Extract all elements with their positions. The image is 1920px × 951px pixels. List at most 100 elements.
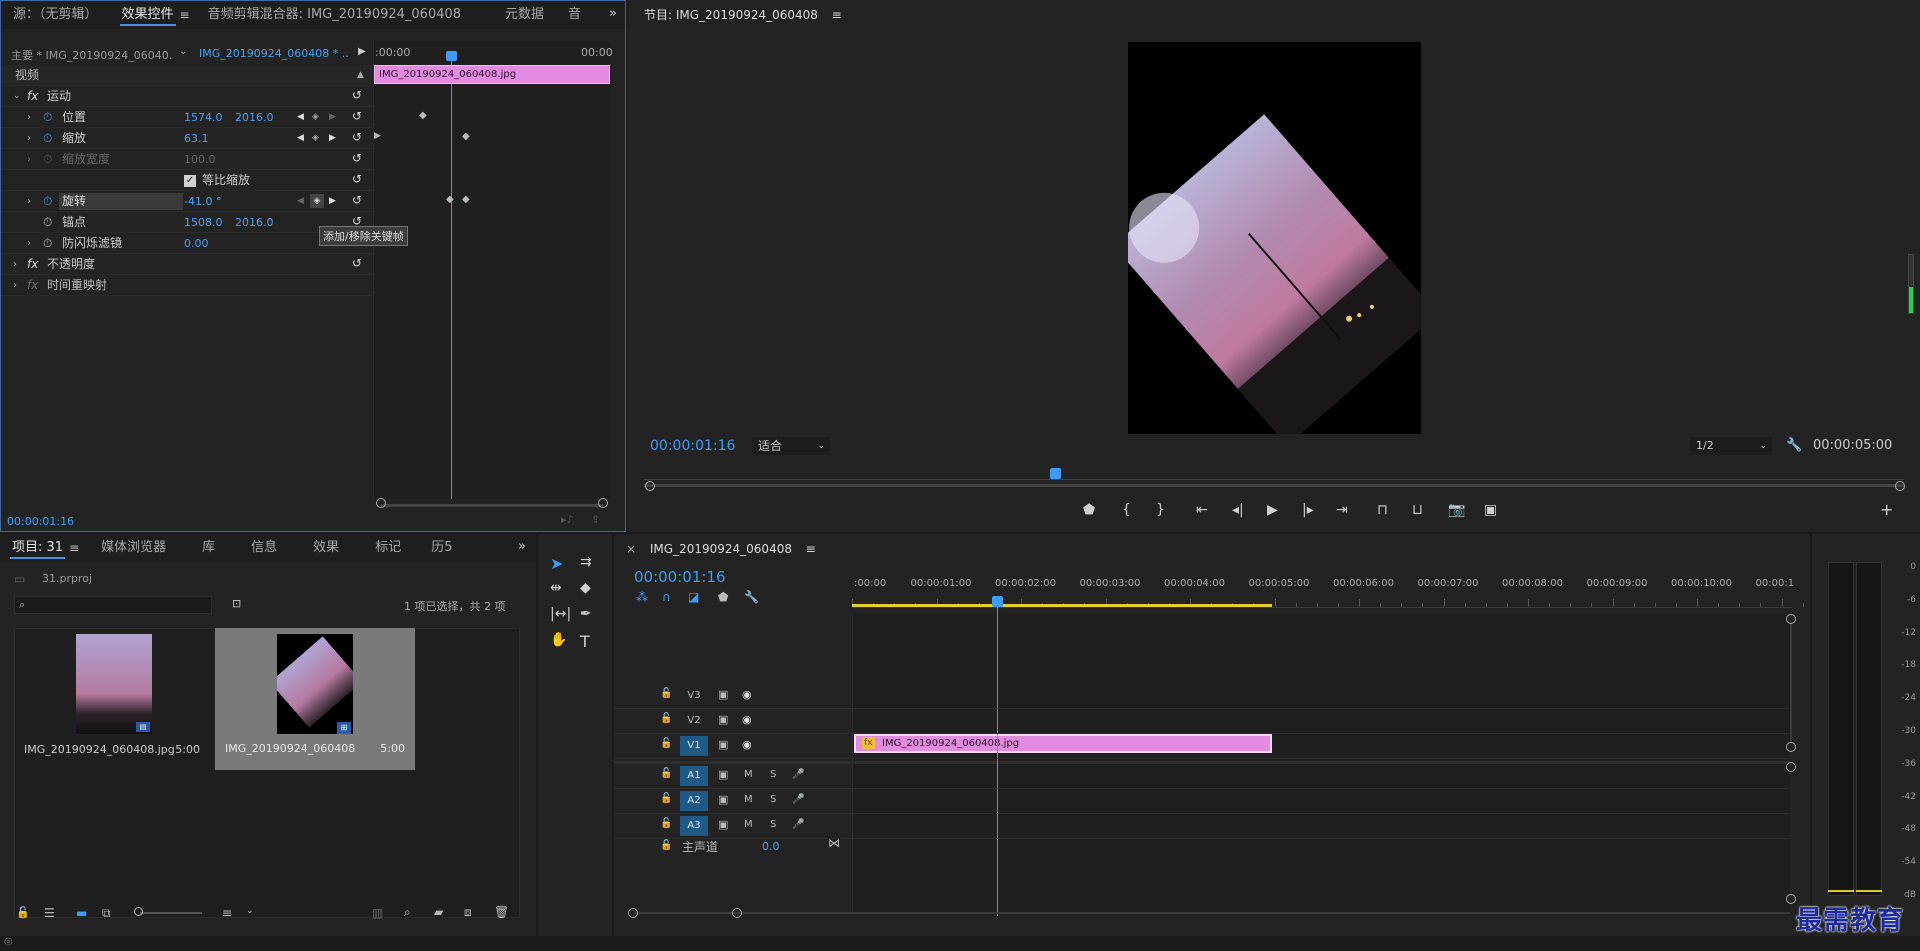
zoom-slider[interactable] (140, 912, 202, 914)
search-field[interactable]: ⌕ (14, 596, 212, 614)
tab-source[interactable]: 源：（无剪辑） (1, 1, 110, 29)
type-tool-icon[interactable]: T (580, 632, 590, 651)
ec-scrollbar[interactable] (381, 504, 603, 507)
next-keyframe-icon[interactable]: ▶ (329, 128, 336, 149)
go-to-in-icon[interactable]: ⇤ (1196, 502, 1208, 518)
add-keyframe-icon[interactable]: ◈ (310, 194, 324, 208)
tab-audio[interactable]: 音 (556, 1, 593, 29)
lock-icon[interactable]: 🔓 (660, 713, 672, 724)
hand-tool-icon[interactable]: ✋ (550, 632, 567, 648)
track-header-a3[interactable]: 🔓 A3 ▣ M S 🎤 (614, 814, 852, 839)
reset-icon[interactable]: ↺ (352, 193, 362, 207)
chevron-down-icon[interactable]: ⌄ (246, 906, 254, 916)
export-icon[interactable]: ⇪ (591, 513, 600, 526)
stopwatch-icon[interactable]: ⏱ (43, 191, 52, 212)
prev-keyframe-icon[interactable]: ◀ (297, 107, 304, 128)
step-back-icon[interactable]: ◂| (1232, 502, 1244, 518)
lock-icon[interactable]: 🔓 (16, 906, 30, 919)
track-target-v3[interactable]: V3 (680, 686, 708, 706)
disclosure-icon[interactable]: › (27, 149, 31, 170)
track-lane-a3[interactable] (852, 814, 1788, 839)
sync-lock-icon[interactable]: ▣ (718, 818, 728, 831)
sync-lock-icon[interactable]: ▣ (718, 688, 728, 701)
wrench-icon[interactable]: 🔧 (1786, 438, 1802, 453)
panel-overflow-icon[interactable]: » (518, 539, 526, 554)
reset-icon[interactable]: ↺ (352, 172, 362, 186)
reset-icon[interactable]: ↺ (352, 109, 362, 123)
new-bin-icon[interactable]: ▰ (434, 905, 443, 919)
slip-tool-icon[interactable]: |↔| (550, 606, 571, 622)
track-target-v2[interactable]: V2 (680, 711, 708, 731)
quality-dropdown[interactable]: 1/2 ⌄ (1690, 437, 1772, 455)
disclosure-icon[interactable]: › (13, 275, 17, 296)
close-icon[interactable]: × (626, 542, 636, 556)
list-view-icon[interactable]: ☰ (44, 906, 55, 920)
disclosure-icon[interactable]: › (27, 233, 31, 254)
v-scroll-handle[interactable] (1786, 614, 1796, 624)
anchor-y-value[interactable]: 2016.0 (235, 212, 274, 233)
lock-icon[interactable]: 🔓 (660, 688, 672, 699)
add-marker-icon[interactable]: ⬟ (1083, 502, 1095, 518)
panel-overflow-icon[interactable]: » (609, 6, 617, 21)
scroll-handle-right[interactable] (1895, 481, 1905, 491)
mute-button[interactable]: M (744, 819, 753, 830)
tab-effect-controls[interactable]: 效果控件 (110, 1, 186, 29)
timeline-h-scrollbar[interactable] (634, 912, 1790, 914)
program-playhead[interactable] (1050, 468, 1061, 479)
extract-icon[interactable]: ⊔ (1412, 502, 1423, 518)
add-button-icon[interactable]: + (1880, 500, 1893, 519)
ec-timecode[interactable]: 00:00:01:16 (7, 515, 74, 528)
menu-icon[interactable]: ≡ (806, 542, 816, 556)
mic-icon[interactable]: 🎤 (792, 794, 804, 805)
trash-icon[interactable]: 🗑 (494, 905, 509, 919)
compare-icon[interactable]: ▣ (1484, 502, 1497, 518)
mic-icon[interactable]: 🎤 (792, 769, 804, 780)
v-scroll-handle[interactable] (1786, 894, 1796, 904)
tab-media-browser[interactable]: 媒体浏览器 (89, 534, 178, 562)
work-area-bar[interactable] (852, 604, 1272, 607)
lock-icon[interactable]: 🔓 (660, 793, 672, 804)
sync-lock-icon[interactable]: ▣ (718, 713, 728, 726)
snap-icon[interactable]: ⁂ (636, 590, 648, 604)
reset-icon[interactable]: ↺ (352, 256, 362, 270)
tab-effects[interactable]: 效果 (301, 534, 351, 562)
track-target-v1[interactable]: V1 (680, 736, 708, 756)
uniform-scale-checkbox[interactable]: ✓ (184, 175, 196, 187)
scroll-handle-left[interactable] (645, 481, 655, 491)
project-item-jpg[interactable]: ▤ IMG_20190924_060408.jpg 5:00 (16, 630, 212, 770)
lock-icon[interactable]: 🔓 (660, 818, 672, 829)
freeform-view-icon[interactable]: ⧉ (102, 906, 111, 921)
mute-button[interactable]: M (744, 794, 753, 805)
track-lane-a1[interactable] (852, 764, 1788, 789)
track-lane-v1[interactable] (852, 734, 1788, 759)
reset-icon[interactable]: ↺ (352, 88, 362, 102)
position-x-value[interactable]: 1574.0 (184, 107, 223, 128)
next-keyframe-icon[interactable]: ▶ (329, 191, 336, 212)
menu-icon[interactable]: ≡ (832, 8, 842, 22)
timeline-timecode[interactable]: 00:00:01:16 (634, 568, 726, 586)
stopwatch-icon[interactable]: ⏱ (43, 233, 52, 254)
scroll-handle-left[interactable] (376, 498, 386, 508)
track-header-a2[interactable]: 🔓 A2 ▣ M S 🎤 (614, 789, 852, 814)
mic-icon[interactable]: 🎤 (792, 819, 804, 830)
prev-keyframe-icon[interactable]: ◀ (297, 191, 304, 212)
disclosure-icon[interactable]: › (13, 254, 17, 275)
collapse-arrow-icon[interactable]: ▲ (357, 65, 364, 86)
filter-icon[interactable]: ▸♪ (561, 513, 574, 526)
program-scrollbar[interactable] (644, 484, 1904, 487)
keyframe-icon[interactable]: ◆ (462, 194, 470, 205)
tab-history[interactable]: 历5 (419, 534, 464, 562)
track-target-a3[interactable]: A3 (680, 816, 708, 836)
mark-out-icon[interactable]: } (1156, 502, 1165, 518)
lift-icon[interactable]: ⊓ (1377, 502, 1388, 518)
tab-library[interactable]: 库 (190, 534, 227, 562)
disclosure-open-icon[interactable]: ⌄ (13, 86, 21, 107)
ec-clip-bar[interactable]: IMG_20190924_060408.jpg (374, 65, 610, 84)
project-item-sequence[interactable]: ⊞ IMG_20190924_060408 5:00 (215, 628, 415, 770)
tab-markers[interactable]: 标记 (363, 534, 413, 562)
chevron-down-icon[interactable]: ⌄ (179, 46, 187, 57)
stopwatch-icon[interactable]: ⏱ (43, 212, 52, 233)
disclosure-icon[interactable]: › (27, 191, 31, 212)
solo-button[interactable]: S (770, 794, 776, 805)
scroll-handle-right[interactable] (598, 498, 608, 508)
